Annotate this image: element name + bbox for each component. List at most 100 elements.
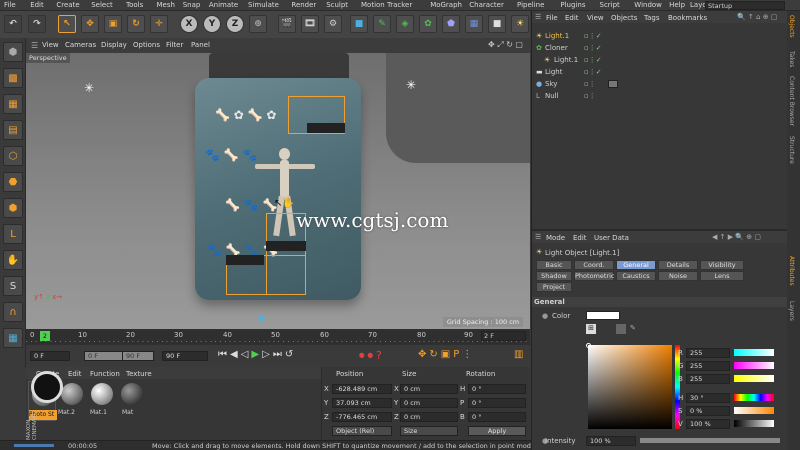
menu-item-animate[interactable]: Animate: [209, 1, 238, 9]
timeline-ruler[interactable]: 2 10 0 20 30 40 50 60 70 80 90 2 F: [26, 329, 530, 345]
tab-basic[interactable]: Basic: [536, 260, 572, 270]
object-menu-objects[interactable]: Objects: [611, 14, 637, 22]
eyedropper-icon[interactable]: ✎: [630, 324, 636, 332]
tab-lens[interactable]: Lens: [700, 271, 744, 281]
points-mode-icon[interactable]: ⬡: [3, 146, 23, 166]
apply-button[interactable]: Apply: [468, 426, 526, 436]
right-tab-layers[interactable]: Layers: [788, 301, 795, 321]
color-mixer-icon[interactable]: [616, 324, 626, 334]
intensity-field[interactable]: 100 %: [586, 436, 636, 446]
next-key-icon[interactable]: ▷: [262, 349, 273, 360]
g-field[interactable]: 255: [686, 361, 730, 371]
axis-y-button[interactable]: Y: [203, 15, 221, 33]
key-type-controls[interactable]: ✥↻▣P⋮: [418, 349, 475, 360]
light-icon[interactable]: ☀: [511, 15, 529, 33]
object-name[interactable]: Cloner: [545, 42, 568, 54]
tab-general[interactable]: General: [616, 260, 656, 270]
menu-item-help[interactable]: Help: [669, 1, 685, 9]
timeline-end-field[interactable]: 2 F: [481, 331, 526, 341]
object-menu-view[interactable]: View: [587, 14, 604, 22]
play-back-icon[interactable]: ◁: [241, 349, 252, 360]
scale-icon[interactable]: ▣: [104, 15, 122, 33]
viewport-menu-view[interactable]: View: [42, 41, 59, 49]
object-name[interactable]: Light.1: [554, 54, 578, 66]
intensity-slider[interactable]: [640, 438, 780, 443]
texture-mode-icon[interactable]: ▦: [3, 94, 23, 114]
menu-item-window[interactable]: Window: [634, 1, 662, 9]
rotate-icon[interactable]: ↻: [127, 15, 145, 33]
tab-shadow[interactable]: Shadow: [536, 271, 572, 281]
attribute-menu-icon[interactable]: ☰: [535, 233, 541, 241]
g-slider[interactable]: [734, 362, 774, 369]
menu-item-tools[interactable]: Tools: [126, 1, 143, 9]
key-rot-icon[interactable]: ↻: [429, 349, 440, 360]
menu-item-render[interactable]: Render: [291, 1, 316, 9]
material-menu-function[interactable]: Function: [90, 370, 120, 378]
picker-handle[interactable]: [586, 343, 591, 348]
render-view-icon[interactable]: 🎬: [278, 15, 296, 33]
right-tab-structure[interactable]: Structure: [788, 136, 795, 164]
viewport-nav-icons[interactable]: ✥ ⤢ ↻ ▢: [488, 40, 523, 50]
material-item-mat1[interactable]: Mat.1: [88, 381, 116, 421]
material-item-mat[interactable]: Mat: [118, 381, 146, 421]
size-y-field[interactable]: 0 cm: [400, 398, 458, 408]
render-settings-icon[interactable]: ⚙: [324, 15, 342, 33]
size-x-field[interactable]: 0 cm: [400, 384, 458, 394]
snap-icon[interactable]: S: [3, 276, 23, 296]
visibility-toggle-icon[interactable]: ▫⋮: [584, 90, 596, 102]
object-row[interactable]: ☀ Light.1 ▫⋮✓: [532, 30, 788, 42]
viewport-layout-icon[interactable]: ☰: [31, 41, 38, 50]
object-row[interactable]: ▬ Light ▫⋮✓: [532, 66, 788, 78]
v-field[interactable]: 100 %: [686, 419, 730, 429]
viewport-menu-filter[interactable]: Filter: [166, 41, 183, 49]
rotation-b-field[interactable]: 0 °: [468, 412, 526, 422]
move-icon[interactable]: ✥: [81, 15, 99, 33]
render-picture-icon[interactable]: 🎞: [301, 15, 319, 33]
prev-key-icon[interactable]: ◀: [230, 349, 241, 360]
r-field[interactable]: 255: [686, 348, 730, 358]
object-name[interactable]: Null: [545, 90, 559, 102]
b-field[interactable]: 255: [686, 374, 730, 384]
workplane-grid-icon[interactable]: ▦: [3, 328, 23, 348]
b-slider[interactable]: [734, 375, 774, 382]
magnet-icon[interactable]: ∩: [3, 302, 23, 322]
saturation-value-picker[interactable]: [586, 343, 672, 429]
tab-coord[interactable]: Coord.: [574, 260, 614, 270]
cube-icon[interactable]: ■: [350, 15, 368, 33]
object-row[interactable]: ✿ Cloner ▫⋮✓: [532, 42, 788, 54]
menu-item-edit[interactable]: Edit: [30, 1, 44, 9]
attribute-nav-icons[interactable]: ◀ ↑ ▶ 🔍 ⊕ ▢: [712, 233, 761, 241]
viewport-menu-display[interactable]: Display: [101, 41, 127, 49]
nurbs-icon[interactable]: ◈: [396, 15, 414, 33]
tab-photometric[interactable]: Photometric: [574, 271, 614, 281]
undo-icon[interactable]: ↶: [4, 15, 22, 33]
live-select-icon[interactable]: ✛: [150, 15, 168, 33]
object-name[interactable]: Light: [545, 66, 562, 78]
object-menu-edit[interactable]: Edit: [565, 14, 579, 22]
rotation-p-field[interactable]: 0 °: [468, 398, 526, 408]
visibility-toggle-icon[interactable]: ▫⋮✓: [584, 42, 602, 54]
h-field[interactable]: 30 °: [686, 393, 730, 403]
color-swatch[interactable]: [586, 311, 620, 320]
tab-noise[interactable]: Noise: [658, 271, 698, 281]
tab-details[interactable]: Details: [658, 260, 698, 270]
menu-item-sculpt[interactable]: Sculpt: [326, 1, 348, 9]
tab-project[interactable]: Project: [536, 282, 572, 292]
object-row[interactable]: ☀ Light.1 ▫⋮✓: [532, 54, 788, 66]
edges-mode-icon[interactable]: ⬣: [3, 172, 23, 192]
menu-item-script[interactable]: Script: [600, 1, 620, 9]
start-frame-field[interactable]: 0 F: [30, 351, 70, 361]
v-slider[interactable]: [734, 420, 774, 427]
deformer-icon[interactable]: ⬟: [442, 15, 460, 33]
hue-slider[interactable]: [675, 345, 680, 429]
menu-item-select[interactable]: Select: [91, 1, 113, 9]
coord-system-icon[interactable]: ⊕: [249, 15, 267, 33]
loop-icon[interactable]: ↺: [285, 349, 296, 360]
preview-end-field[interactable]: 90 F: [122, 351, 154, 361]
object-menu-bookmarks[interactable]: Bookmarks: [668, 14, 707, 22]
floor-icon[interactable]: ▦: [465, 15, 483, 33]
texture-tag-icon[interactable]: [608, 80, 618, 88]
tab-caustics[interactable]: Caustics: [616, 271, 656, 281]
key-scale-icon[interactable]: ▣: [441, 349, 453, 360]
visibility-toggle-icon[interactable]: ▫⋮✓: [584, 66, 602, 78]
